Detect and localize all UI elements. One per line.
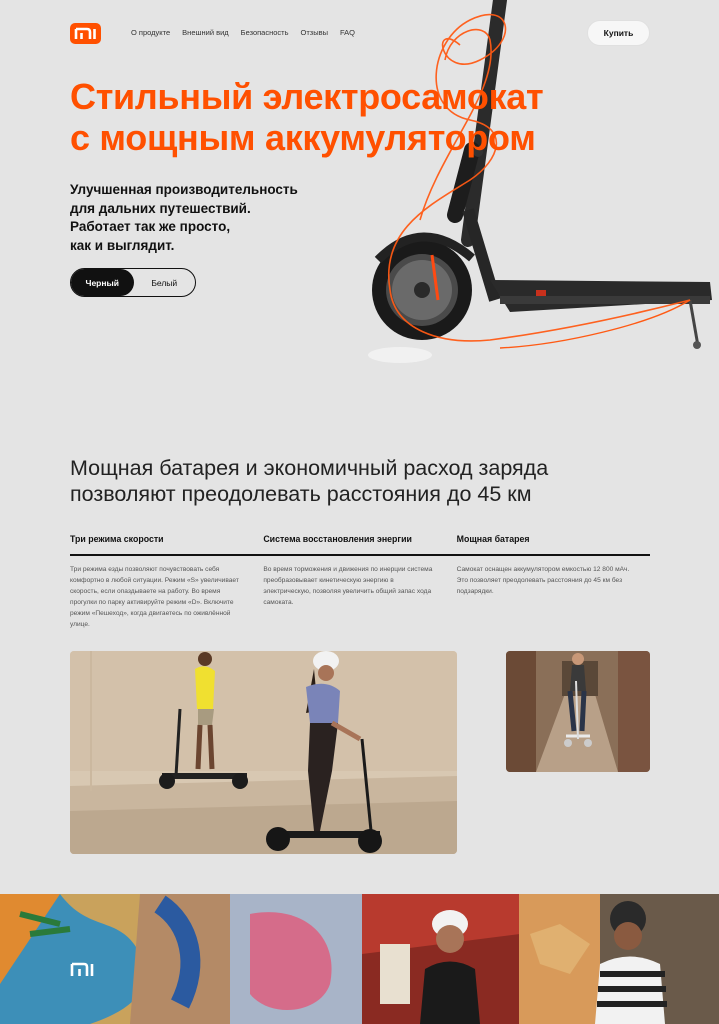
hero-subtitle-line: Работает так же просто, — [70, 219, 231, 234]
hero-subtitle: Улучшенная производительность для дальни… — [70, 181, 340, 255]
feature-title: Мощная батарея — [456, 534, 530, 544]
nav-item-faq[interactable]: FAQ — [340, 28, 355, 37]
main-nav: О продукте Внешний вид Безопасность Отзы… — [131, 28, 355, 37]
hero-subtitle-line: как и выглядит. — [70, 237, 175, 253]
feature-title: Три режима скорости — [70, 534, 164, 544]
color-option-white[interactable]: Белый — [134, 269, 196, 296]
section-title: Мощная батарея и экономичный расход заря… — [70, 455, 650, 507]
color-option-black[interactable]: Черный — [71, 269, 134, 296]
hero-subtitle-line: для дальних путешествий. — [70, 200, 251, 216]
feature-text: Три режима езды позволяют почувствовать … — [70, 566, 239, 628]
nav-item-safety[interactable]: Безопасность — [241, 28, 289, 37]
color-toggle: Черный Белый — [70, 268, 196, 297]
hero-title-line: с мощным аккумулятором — [70, 117, 536, 158]
scooter-image — [368, 0, 712, 363]
riders-photo — [70, 651, 457, 854]
feature-text: Во время торможения и движения по инерци… — [263, 566, 433, 606]
nav-item-appearance[interactable]: Внешний вид — [182, 28, 229, 37]
hero-title-line: Стильный электросамокат — [70, 76, 544, 117]
section-title-line: Мощная батарея и экономичный расход заря… — [70, 456, 549, 480]
section-title-line: позволяют преодолевать расстояния до 45 … — [70, 482, 532, 506]
feature-title: Система восстановления энергии — [263, 534, 412, 544]
nav-item-reviews[interactable]: Отзывы — [301, 28, 328, 37]
corridor-photo — [506, 651, 650, 772]
nav-item-product[interactable]: О продукте — [131, 28, 170, 37]
mi-logo-icon[interactable] — [70, 23, 101, 44]
features: Три режима скорости Система восстановлен… — [70, 534, 650, 630]
hero-title: Стильный электросамокат с мощным аккумул… — [70, 76, 630, 158]
lifestyle-banner — [0, 894, 719, 1024]
hero-subtitle-line: Улучшенная производительность — [70, 182, 298, 197]
feature-text: Самокат оснащен аккумулятором емкостью 1… — [456, 566, 630, 595]
